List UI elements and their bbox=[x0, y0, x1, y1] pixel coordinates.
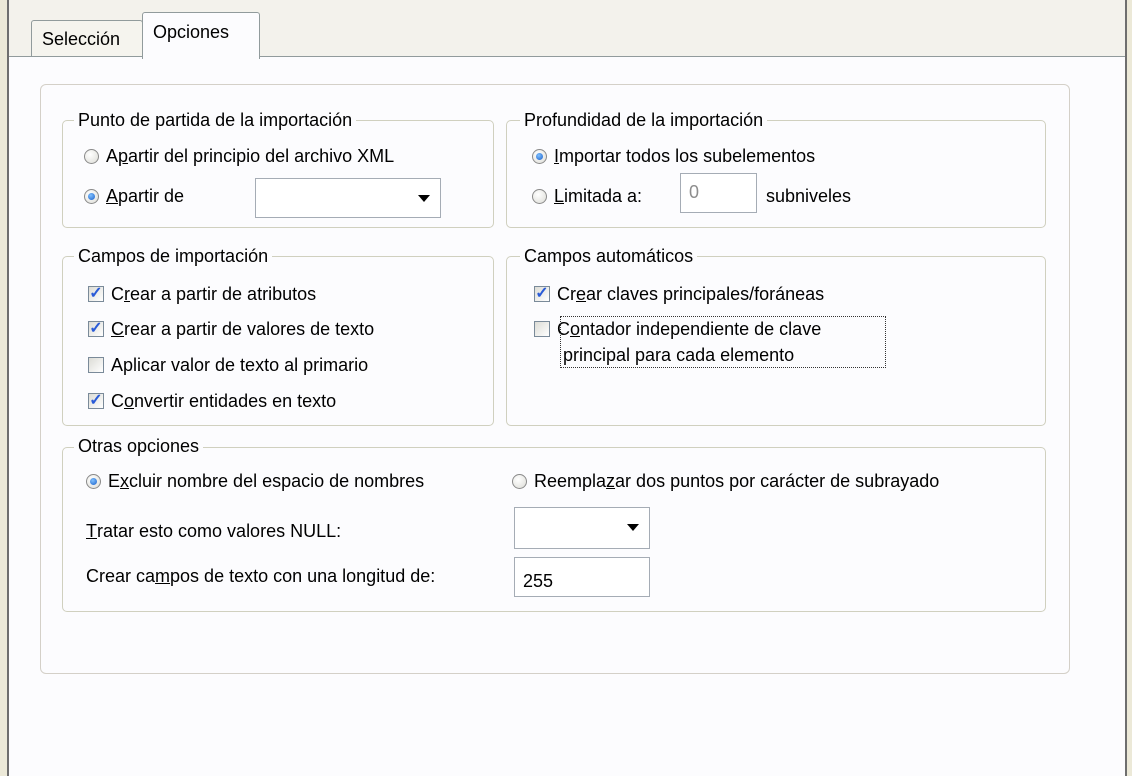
tab-seleccion[interactable]: Selección bbox=[31, 20, 143, 58]
legend-campos-automaticos: Campos automáticos bbox=[520, 246, 698, 266]
check-aplicar-primario[interactable]: Aplicar valor de texto al primario bbox=[88, 354, 368, 376]
radio-importar-todos[interactable]: Importar todos los subelementos bbox=[532, 145, 815, 167]
null-values-combo[interactable] bbox=[514, 507, 650, 549]
radio-excluir-espacio[interactable]: Ex cluir nombre del espacio de nombres bbox=[86, 470, 424, 492]
focus-rectangle bbox=[560, 316, 886, 368]
a-partir-de-combo[interactable] bbox=[255, 178, 441, 218]
dropdown-arrow-icon bbox=[627, 524, 639, 531]
null-values-label: Tratar esto como valores NULL: bbox=[86, 521, 342, 541]
radio-button-selected-icon bbox=[86, 473, 101, 489]
text-length-label: Crear ca m pos de texto con una longitud d… bbox=[86, 566, 436, 586]
check-crear-claves[interactable]: ✓ Cr e ar claves principales/foráneas bbox=[534, 283, 824, 305]
checkbox-empty-icon bbox=[88, 357, 104, 373]
check-convertir-entidades[interactable]: ✓ Co nvertir entidades en texto bbox=[88, 390, 336, 412]
tab-opciones-label: Opciones bbox=[153, 22, 230, 42]
text-length-input[interactable]: 255 bbox=[514, 557, 650, 597]
radio-principio-archivo[interactable]: A p artir del principio del archivo XML bbox=[84, 145, 394, 167]
radio-button-icon bbox=[84, 148, 99, 164]
radio-button-icon bbox=[512, 473, 527, 489]
tab-seleccion-label: Selección bbox=[42, 29, 121, 49]
check-crear-atributos[interactable]: ✓ Cr ear a partir de atributos bbox=[88, 283, 316, 305]
check-crear-valores-texto[interactable]: ✓ Crear a partir de valores de texto bbox=[88, 318, 374, 340]
dropdown-arrow-icon bbox=[418, 195, 430, 202]
radio-button-selected-icon bbox=[84, 188, 99, 204]
subniveles-label: subniveles bbox=[766, 186, 852, 206]
limit-levels-input[interactable]: 0 bbox=[680, 173, 757, 213]
legend-campos-importacion: Campos de importación bbox=[74, 246, 273, 266]
radio-button-icon bbox=[532, 188, 547, 204]
radio-reemplazar-dos-puntos[interactable]: Reempla z ar dos puntos por carácter de su… bbox=[512, 470, 939, 492]
group-profundidad bbox=[506, 120, 1046, 228]
legend-punto-partida: Punto de partida de la importación bbox=[74, 110, 357, 130]
radio-a-partir-de[interactable]: A partir de bbox=[84, 185, 184, 207]
checkbox-checked-icon: ✓ bbox=[88, 392, 104, 409]
checkbox-checked-icon: ✓ bbox=[534, 285, 550, 302]
radio-button-selected-icon bbox=[532, 148, 547, 164]
legend-otras-opciones: Otras opciones bbox=[74, 436, 204, 456]
tab-opciones[interactable]: Opciones bbox=[142, 12, 260, 59]
checkbox-empty-icon bbox=[534, 321, 550, 337]
checkbox-checked-icon: ✓ bbox=[88, 320, 104, 337]
radio-limitada[interactable]: Limitada a: bbox=[532, 185, 642, 207]
legend-profundidad: Profundidad de la importación bbox=[520, 110, 768, 130]
checkbox-checked-icon: ✓ bbox=[88, 285, 104, 302]
